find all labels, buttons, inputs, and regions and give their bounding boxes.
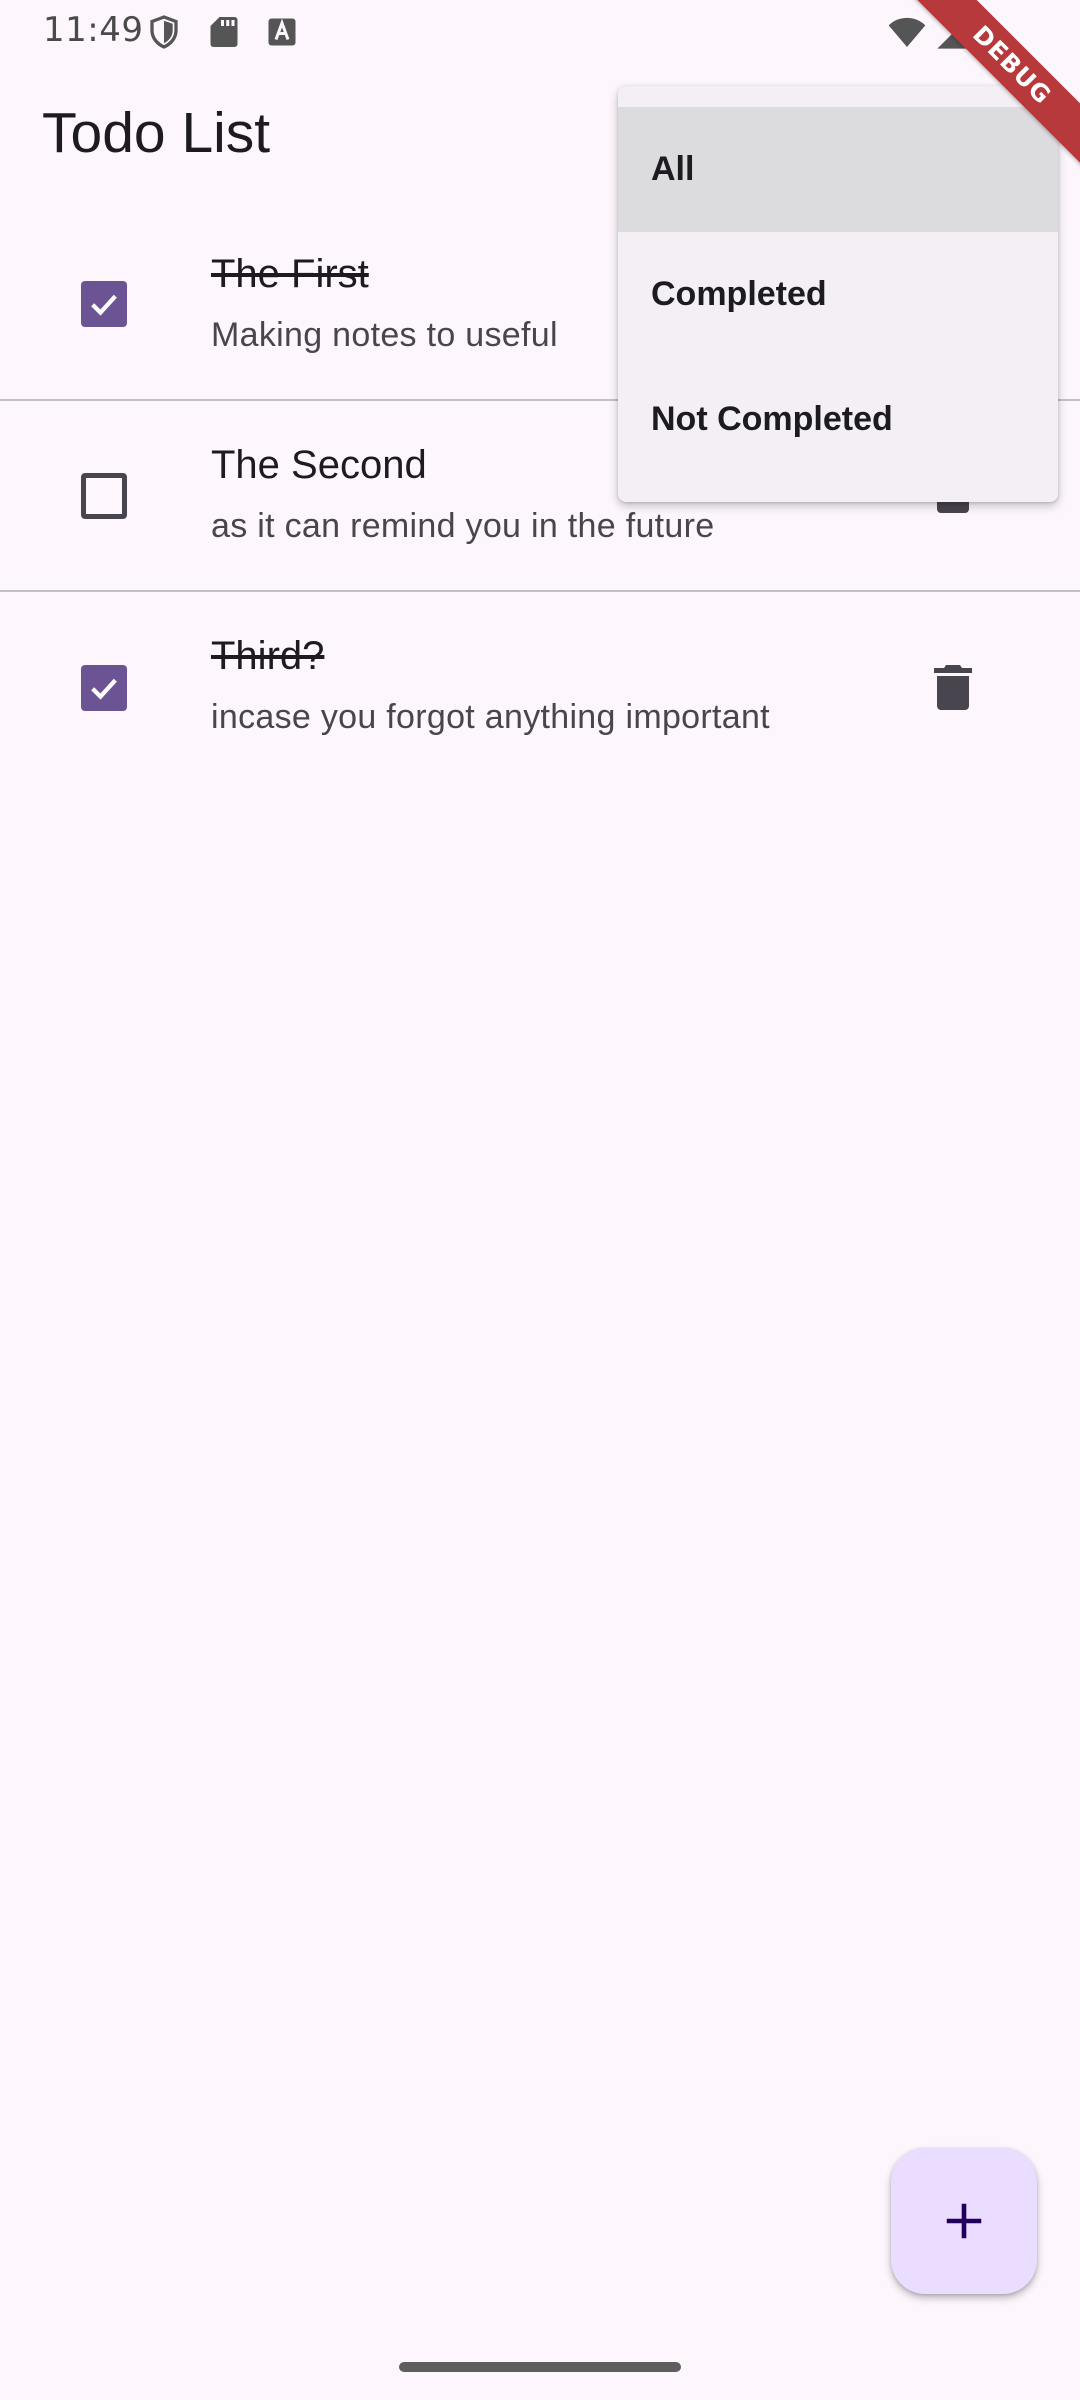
todo-checkbox[interactable] [81,473,127,519]
check-icon [91,678,117,700]
cell-signal-icon [934,12,974,52]
filter-menu: All Completed Not Completed [618,86,1058,502]
menu-item-not-completed[interactable]: Not Completed [618,357,1058,482]
menu-item-all[interactable]: All [618,107,1058,232]
todo-description: incase you forgot anything important [211,698,770,736]
todo-description: as it can remind you in the future [211,507,715,545]
todo-description: Making notes to useful [211,316,558,354]
sd-card-icon [206,14,242,50]
nav-handle[interactable] [399,2362,681,2372]
text-a-icon [264,14,300,50]
plus-icon [946,2203,982,2239]
menu-item-completed[interactable]: Completed [618,232,1058,357]
todo-title: The First [211,252,369,296]
page-title: Todo List [42,101,271,165]
todo-checkbox[interactable] [81,665,127,711]
trash-icon [934,665,972,710]
check-icon [91,294,117,316]
status-bar: 11:49 [0,0,1080,62]
todo-checkbox[interactable] [81,281,127,327]
list-item[interactable]: Third? incase you forgot anything import… [0,592,1080,782]
shield-icon [146,14,182,50]
todo-title: Third? [211,634,325,678]
status-time: 11:49 [43,10,144,50]
todo-title: The Second [211,443,427,487]
delete-button[interactable] [920,654,986,720]
wifi-icon [886,12,928,52]
add-todo-button[interactable] [891,2148,1037,2294]
